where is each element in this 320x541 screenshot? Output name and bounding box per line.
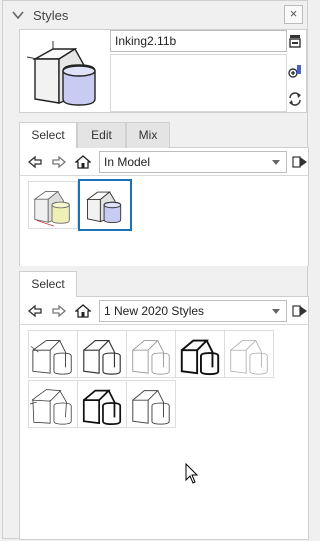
back-arrow-icon[interactable]	[27, 303, 43, 319]
styles-panel: Styles × Inking2.11b Select Edit Mix In …	[2, 0, 309, 540]
back-arrow-icon[interactable]	[27, 154, 43, 170]
style-name-input[interactable]	[110, 30, 287, 52]
style-thumb-5[interactable]	[224, 330, 274, 378]
refresh-icon[interactable]	[287, 91, 303, 107]
style-tab-strip: Select Edit Mix	[19, 122, 309, 149]
tab-edit[interactable]: Edit	[77, 122, 126, 148]
collection-nav-row: In Model	[20, 150, 308, 174]
dropdown-arrow-icon	[272, 160, 280, 165]
panel-header[interactable]: Styles ×	[3, 1, 307, 29]
secondary-collection-value: 1 New 2020 Styles	[104, 304, 205, 318]
style-description-field[interactable]	[110, 54, 287, 112]
style-thumb-1[interactable]	[28, 330, 78, 378]
style-thumb-4[interactable]	[175, 330, 225, 378]
style-thumb-2[interactable]	[77, 330, 127, 378]
tab-select[interactable]: Select	[19, 122, 77, 149]
close-button[interactable]: ×	[284, 5, 303, 24]
style-thumb-default[interactable]	[28, 181, 78, 229]
style-thumb-7[interactable]	[77, 380, 127, 428]
tab-mix[interactable]: Mix	[126, 122, 170, 148]
secondary-nav-row: 1 New 2020 Styles	[20, 299, 308, 323]
style-thumb-inking-selected[interactable]	[78, 179, 132, 231]
update-style-icon[interactable]	[287, 33, 303, 49]
panel-title: Styles	[33, 8, 69, 23]
secondary-tab-strip: Select	[19, 271, 309, 298]
style-thumb-6[interactable]	[28, 380, 78, 428]
style-thumb-8[interactable]	[126, 380, 176, 428]
details-arrow-icon[interactable]	[292, 154, 308, 170]
forward-arrow-icon[interactable]	[51, 154, 67, 170]
dropdown-arrow-icon	[272, 309, 280, 314]
secondary-select-pane: 1 New 2020 Styles	[19, 297, 309, 540]
forward-arrow-icon[interactable]	[51, 303, 67, 319]
details-arrow-icon[interactable]	[292, 303, 308, 319]
home-icon[interactable]	[75, 303, 91, 319]
chevron-down-icon[interactable]	[11, 9, 25, 21]
collection-dropdown[interactable]: In Model	[99, 151, 287, 173]
style-thumb-3[interactable]	[126, 330, 176, 378]
style-preview-thumbnail	[26, 41, 96, 106]
create-style-icon[interactable]	[287, 63, 303, 79]
secondary-collection-dropdown[interactable]: 1 New 2020 Styles	[99, 300, 287, 322]
select-pane: In Model	[19, 148, 309, 266]
collection-dropdown-value: In Model	[104, 155, 151, 169]
collection-styles-list	[20, 324, 308, 539]
style-info-block	[19, 29, 307, 113]
tab-select-secondary[interactable]: Select	[19, 271, 77, 298]
mouse-cursor-icon	[185, 463, 199, 484]
home-icon[interactable]	[75, 154, 91, 170]
close-icon: ×	[289, 6, 298, 21]
in-model-styles-list	[20, 175, 308, 266]
